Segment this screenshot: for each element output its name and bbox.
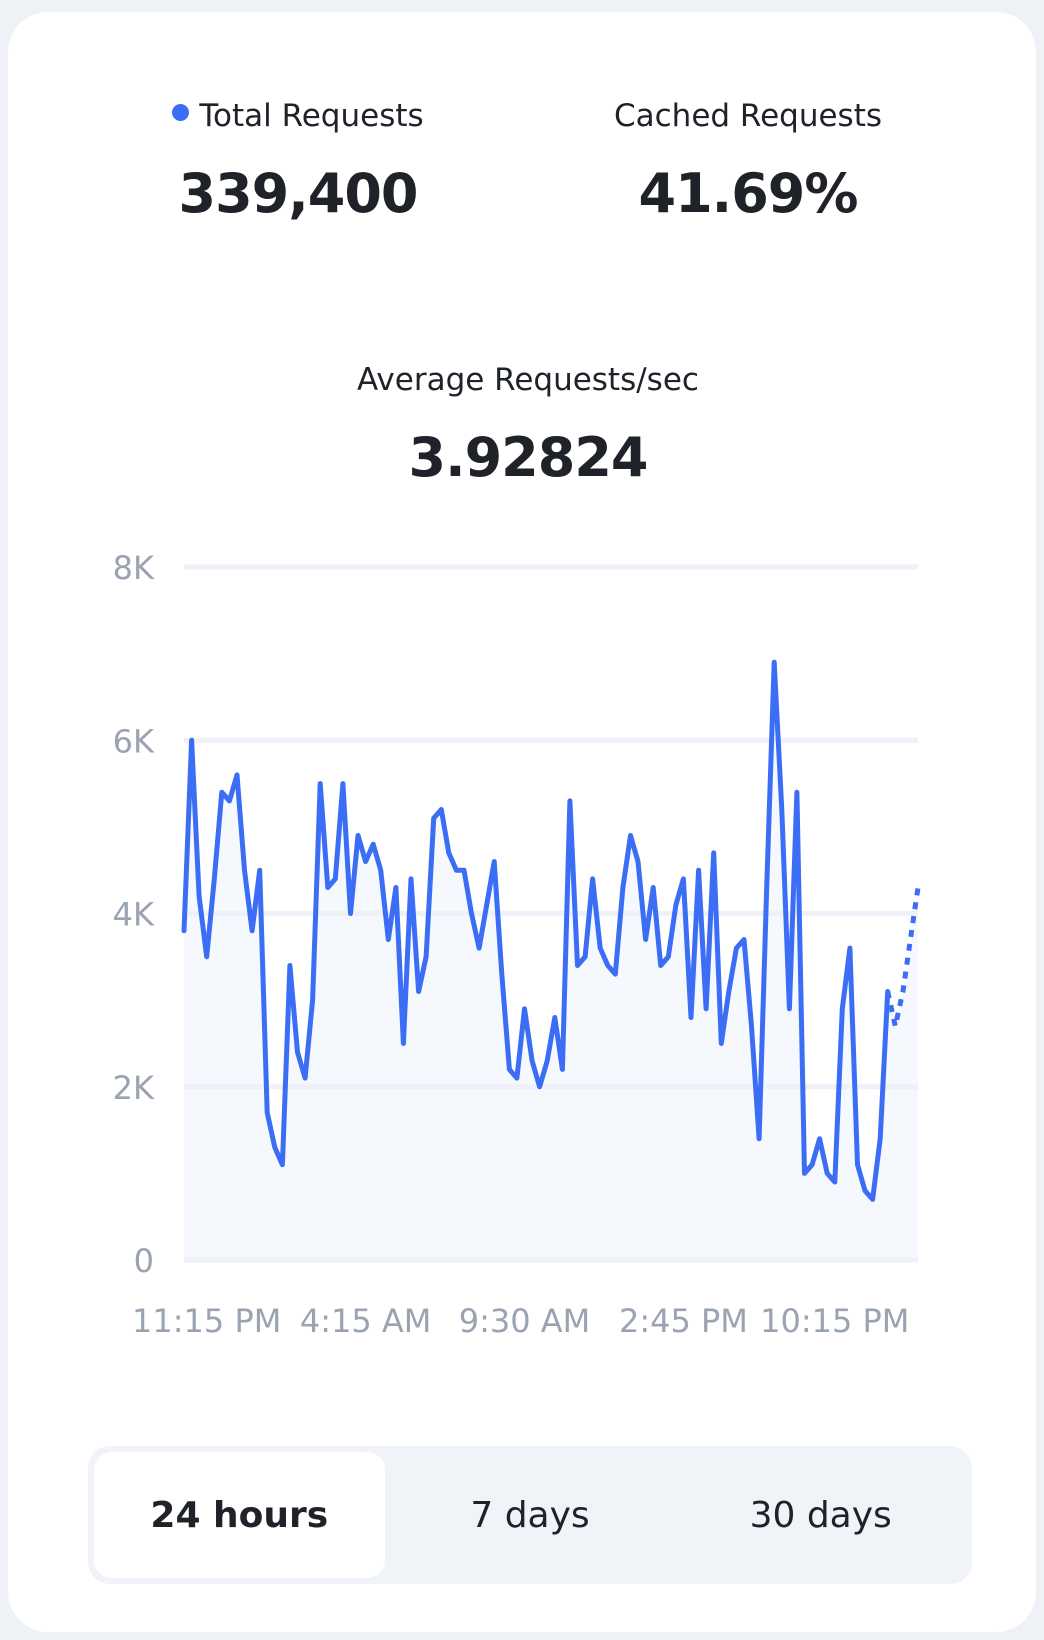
x-tick-label: 11:15 PM <box>132 1302 281 1340</box>
x-tick-label: 10:15 PM <box>760 1302 909 1340</box>
time-range-selector: 24 hours 7 days 30 days <box>88 1446 972 1584</box>
y-tick-label: 6K <box>113 722 155 760</box>
range-option-30-days[interactable]: 30 days <box>675 1452 966 1578</box>
x-tick-label: 2:45 PM <box>619 1302 748 1340</box>
range-option-24-hours[interactable]: 24 hours <box>94 1452 385 1578</box>
y-tick-label: 8K <box>113 549 155 587</box>
y-tick-label: 0 <box>134 1242 154 1280</box>
range-option-7-days[interactable]: 7 days <box>385 1452 676 1578</box>
stats-card: Total Requests 339,400 Cached Requests 4… <box>8 12 1036 1632</box>
y-tick-label: 2K <box>113 1069 155 1107</box>
y-tick-label: 4K <box>113 896 155 934</box>
x-tick-label: 4:15 AM <box>300 1302 432 1340</box>
requests-line-chart: 0 2K 4K 6K 8K 11:15 PM 4:15 AM 9:30 AM 2:45 PM 10… <box>113 549 921 1340</box>
x-tick-label: 9:30 AM <box>459 1302 591 1340</box>
